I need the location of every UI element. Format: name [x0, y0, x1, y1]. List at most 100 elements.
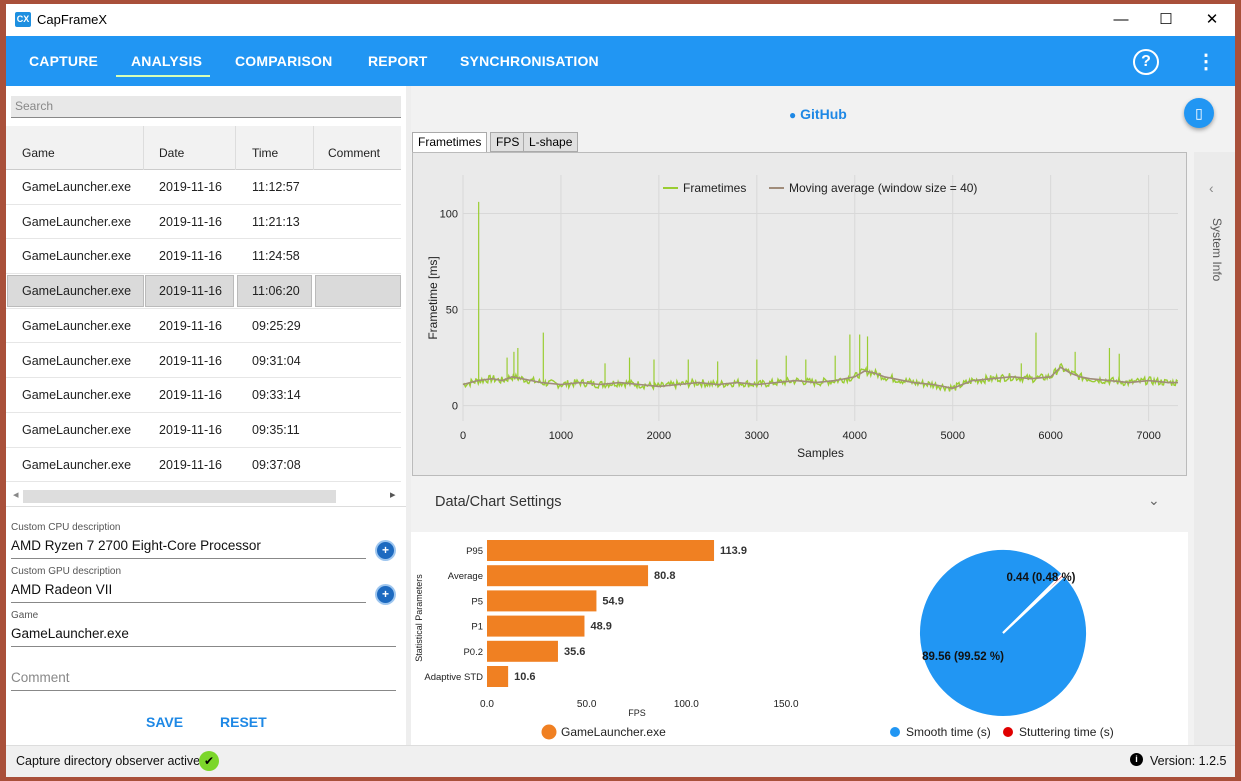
table-row[interactable]: GameLauncher.exe 2019-11-16 11:21:13: [6, 205, 401, 240]
reset-button[interactable]: RESET: [220, 714, 267, 730]
x-tick-label: 150.0: [773, 699, 798, 710]
table-row[interactable]: GameLauncher.exe 2019-11-16 09:35:11: [6, 413, 401, 448]
settings-title: Data/Chart Settings: [435, 494, 562, 510]
scroll-left-icon[interactable]: ◂: [13, 488, 19, 501]
date-cell: 2019-11-16: [159, 422, 223, 437]
date-cell: 2019-11-16: [159, 284, 223, 299]
horizontal-scrollbar[interactable]: ◂ ▸: [11, 489, 401, 503]
tab-comparison[interactable]: COMPARISON: [235, 53, 332, 69]
x-axis-label: Samples: [797, 446, 844, 460]
column-header-time[interactable]: Time: [252, 146, 278, 160]
add-cpu-button[interactable]: +: [377, 542, 394, 559]
status-bar: Capture directory observer active: ✔ i V…: [6, 745, 1235, 777]
github-link[interactable]: ● GitHub: [789, 106, 847, 122]
help-icon[interactable]: ?: [1133, 49, 1159, 75]
stat-value-label: 80.8: [654, 570, 675, 582]
date-cell: 2019-11-16: [159, 249, 223, 264]
stat-category-label: P5: [471, 596, 483, 607]
title-bar[interactable]: CX CapFrameX — ☐ ✕: [6, 4, 1235, 36]
table-row[interactable]: GameLauncher.exe 2019-11-16 11:12:57: [6, 170, 401, 205]
stutter-pie-chart: 89.56 (99.52 %) 0.44 (0.48 %) Smooth time …: [890, 548, 1114, 739]
field-underline: [11, 646, 396, 647]
x-tick-label: 5000: [940, 430, 964, 442]
game-cell: GameLauncher.exe: [22, 457, 132, 472]
collapse-chevron-icon[interactable]: ‹: [1209, 180, 1214, 196]
stat-category-label: P0.2: [463, 647, 483, 658]
table-row[interactable]: GameLauncher.exe 2019-11-16 11:24:58: [6, 239, 401, 275]
date-cell: 2019-11-16: [159, 214, 223, 229]
table-row[interactable]: GameLauncher.exe 2019-11-16 09:25:29: [6, 309, 401, 344]
gpu-description-field[interactable]: AMD Radeon VII: [11, 582, 112, 597]
maximize-button[interactable]: ☐: [1143, 4, 1189, 36]
stat-bar: [487, 615, 585, 637]
time-cell: 11:06:20: [252, 284, 300, 299]
active-tab-indicator: [116, 75, 210, 77]
close-button[interactable]: ✕: [1189, 4, 1235, 36]
table-row[interactable]: GameLauncher.exe 2019-11-16 09:31:04: [6, 344, 401, 379]
time-cell: 09:33:14: [252, 388, 301, 403]
column-header-comment[interactable]: Comment: [328, 146, 380, 160]
frametime-chart-svg: 0 1000 2000 3000 4000 5000 6000 7000 0 50 100 Sampl…: [426, 175, 1179, 460]
minimize-button[interactable]: —: [1098, 4, 1144, 36]
tab-report[interactable]: REPORT: [368, 53, 428, 69]
column-header-game[interactable]: Game: [22, 146, 55, 160]
stat-category-label: P1: [471, 622, 483, 633]
observer-status-text: Capture directory observer active:: [16, 754, 204, 768]
legend-label: GameLauncher.exe: [561, 725, 666, 739]
stat-bar: [487, 666, 509, 687]
table-row[interactable]: GameLauncher.exe 2019-11-16 09:33:14: [6, 378, 401, 413]
stat-bar: [487, 540, 715, 561]
tab-capture[interactable]: CAPTURE: [29, 53, 98, 69]
tab-analysis[interactable]: ANALYSIS: [131, 53, 202, 69]
stat-bar: [487, 565, 649, 587]
column-header-date[interactable]: Date: [159, 146, 184, 160]
cpu-description-field[interactable]: AMD Ryzen 7 2700 Eight-Core Processor: [11, 538, 261, 553]
search-input[interactable]: Search: [11, 96, 401, 118]
app-logo-icon: CX: [15, 12, 31, 27]
chart-settings-expander[interactable]: Data/Chart Settings ⌄: [411, 476, 1188, 532]
comment-field[interactable]: Comment: [11, 670, 70, 685]
game-cell: GameLauncher.exe: [22, 249, 132, 264]
tab-fps[interactable]: FPS: [490, 132, 526, 152]
game-cell: GameLauncher.exe: [22, 180, 132, 194]
gpu-description-label: Custom GPU description: [11, 566, 122, 577]
y-tick-label: 50: [446, 305, 458, 317]
table-row[interactable]: GameLauncher.exe 2019-11-16 11:06:20: [6, 274, 401, 309]
table-row[interactable]: GameLauncher.exe 2019-11-16 09:37:08: [6, 448, 401, 483]
scrollbar-thumb[interactable]: [23, 490, 336, 503]
tab-frametimes[interactable]: Frametimes: [412, 132, 488, 153]
game-cell: GameLauncher.exe: [22, 388, 132, 403]
scroll-right-icon[interactable]: ▸: [390, 488, 396, 501]
stat-value-label: 35.6: [564, 646, 585, 658]
x-tick-label: 100.0: [674, 699, 699, 710]
x-tick-label: 50.0: [577, 699, 597, 710]
time-cell: 09:25:29: [252, 318, 301, 333]
game-cell: GameLauncher.exe: [22, 214, 132, 229]
tab-l-shape[interactable]: L-shape: [523, 132, 579, 152]
stat-bar: [487, 590, 597, 612]
statistics-area: P95 113.9 Average 80.8 P5 54.9 P1 48.9 P0.2 35.6 A…: [411, 532, 1188, 745]
expand-chevron-icon[interactable]: ⌄: [1148, 492, 1160, 509]
save-button[interactable]: SAVE: [146, 714, 183, 730]
game-label: Game: [11, 610, 39, 621]
more-menu-icon[interactable]: ⋮: [1196, 52, 1216, 72]
info-icon[interactable]: i: [1130, 753, 1143, 766]
game-cell: GameLauncher.exe: [22, 422, 132, 437]
time-cell: 11:12:57: [252, 180, 300, 194]
game-cell: GameLauncher.exe: [22, 353, 132, 368]
field-underline: [11, 690, 396, 691]
stat-bar: [487, 640, 558, 662]
add-gpu-button[interactable]: +: [377, 586, 394, 603]
main-nav: CAPTURE ANALYSIS COMPARISON REPORT SYNCH…: [6, 36, 1235, 86]
field-underline: [11, 558, 366, 559]
mobile-icon[interactable]: ▯: [1184, 98, 1214, 128]
table-header: Game Date Time Comment: [6, 126, 401, 170]
time-cell: 09:35:11: [252, 422, 300, 437]
app-window: CX CapFrameX — ☐ ✕ CAPTURE ANALYSIS COMP…: [6, 4, 1235, 777]
date-cell: 2019-11-16: [159, 457, 223, 472]
x-tick-label: 2000: [647, 430, 671, 442]
system-info-panel[interactable]: ‹ System Info: [1194, 152, 1235, 745]
x-axis-label: FPS: [628, 708, 646, 718]
game-field[interactable]: GameLauncher.exe: [11, 626, 129, 641]
tab-synchronisation[interactable]: SYNCHRONISATION: [460, 53, 599, 69]
